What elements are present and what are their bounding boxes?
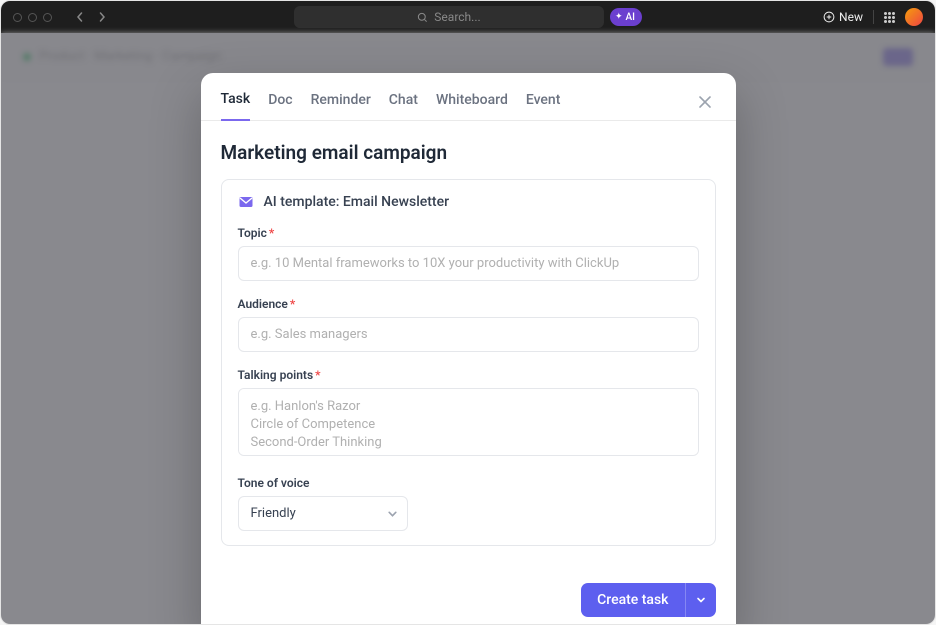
template-card: AI template: Email Newsletter Topic* Aud… bbox=[221, 179, 716, 546]
field-tone: Tone of voice bbox=[238, 476, 699, 531]
close-icon bbox=[698, 95, 712, 109]
modal-footer: Create task bbox=[201, 566, 736, 625]
talking-points-input[interactable] bbox=[238, 388, 699, 456]
required-indicator: * bbox=[269, 226, 274, 240]
template-label: AI template: Email Newsletter bbox=[264, 194, 450, 210]
field-topic: Topic* bbox=[238, 226, 699, 281]
tab-chat[interactable]: Chat bbox=[389, 84, 418, 120]
search-input[interactable]: Search... bbox=[294, 6, 604, 28]
modal-overlay[interactable]: Task Doc Reminder Chat Whiteboard Event … bbox=[1, 33, 935, 624]
create-task-button[interactable]: Create task bbox=[581, 583, 684, 617]
maximize-window-icon[interactable] bbox=[43, 13, 52, 22]
mail-icon bbox=[238, 194, 254, 210]
ai-button[interactable]: ✦ AI bbox=[610, 8, 642, 26]
topic-label: Topic bbox=[238, 226, 267, 240]
nav-arrows bbox=[70, 7, 112, 27]
audience-label: Audience bbox=[238, 297, 288, 311]
divider bbox=[873, 10, 874, 24]
topbar-right: New bbox=[823, 8, 923, 26]
search-wrap: Search... ✦ AI bbox=[294, 6, 642, 28]
search-placeholder: Search... bbox=[434, 10, 480, 24]
window-controls bbox=[13, 13, 52, 22]
modal-title: Marketing email campaign bbox=[221, 141, 716, 164]
field-audience: Audience* bbox=[238, 297, 699, 352]
audience-input[interactable] bbox=[238, 317, 699, 352]
tab-event[interactable]: Event bbox=[526, 84, 561, 120]
apps-icon[interactable] bbox=[884, 12, 895, 23]
tab-doc[interactable]: Doc bbox=[268, 84, 292, 120]
chevron-down-icon bbox=[696, 595, 706, 605]
required-indicator: * bbox=[315, 368, 320, 382]
sparkle-icon: ✦ bbox=[615, 12, 623, 22]
modal-body: Marketing email campaign AI template: Em… bbox=[201, 121, 736, 566]
minimize-window-icon[interactable] bbox=[28, 13, 37, 22]
tab-task[interactable]: Task bbox=[221, 83, 251, 121]
tone-label: Tone of voice bbox=[238, 476, 310, 490]
template-header: AI template: Email Newsletter bbox=[238, 194, 699, 210]
create-modal: Task Doc Reminder Chat Whiteboard Event … bbox=[201, 73, 736, 625]
field-talking-points: Talking points* bbox=[238, 368, 699, 460]
required-indicator: * bbox=[290, 297, 295, 311]
tone-select[interactable] bbox=[238, 496, 408, 531]
talking-points-label: Talking points bbox=[238, 368, 314, 382]
modal-tabs: Task Doc Reminder Chat Whiteboard Event bbox=[201, 73, 736, 121]
tab-whiteboard[interactable]: Whiteboard bbox=[436, 84, 508, 120]
search-icon bbox=[417, 12, 428, 23]
app-frame: Search... ✦ AI New Product · Marketin bbox=[0, 0, 936, 625]
topbar: Search... ✦ AI New bbox=[1, 1, 935, 33]
new-button[interactable]: New bbox=[823, 10, 863, 24]
avatar[interactable] bbox=[905, 8, 923, 26]
nav-forward-button[interactable] bbox=[92, 7, 112, 27]
close-button[interactable] bbox=[694, 91, 716, 113]
new-label: New bbox=[839, 10, 863, 24]
plus-circle-icon bbox=[823, 11, 835, 23]
topic-input[interactable] bbox=[238, 246, 699, 281]
tab-reminder[interactable]: Reminder bbox=[311, 84, 371, 120]
ai-label: AI bbox=[626, 12, 635, 23]
create-task-button-group: Create task bbox=[581, 583, 715, 617]
close-window-icon[interactable] bbox=[13, 13, 22, 22]
nav-back-button[interactable] bbox=[70, 7, 90, 27]
create-task-dropdown[interactable] bbox=[685, 583, 716, 617]
